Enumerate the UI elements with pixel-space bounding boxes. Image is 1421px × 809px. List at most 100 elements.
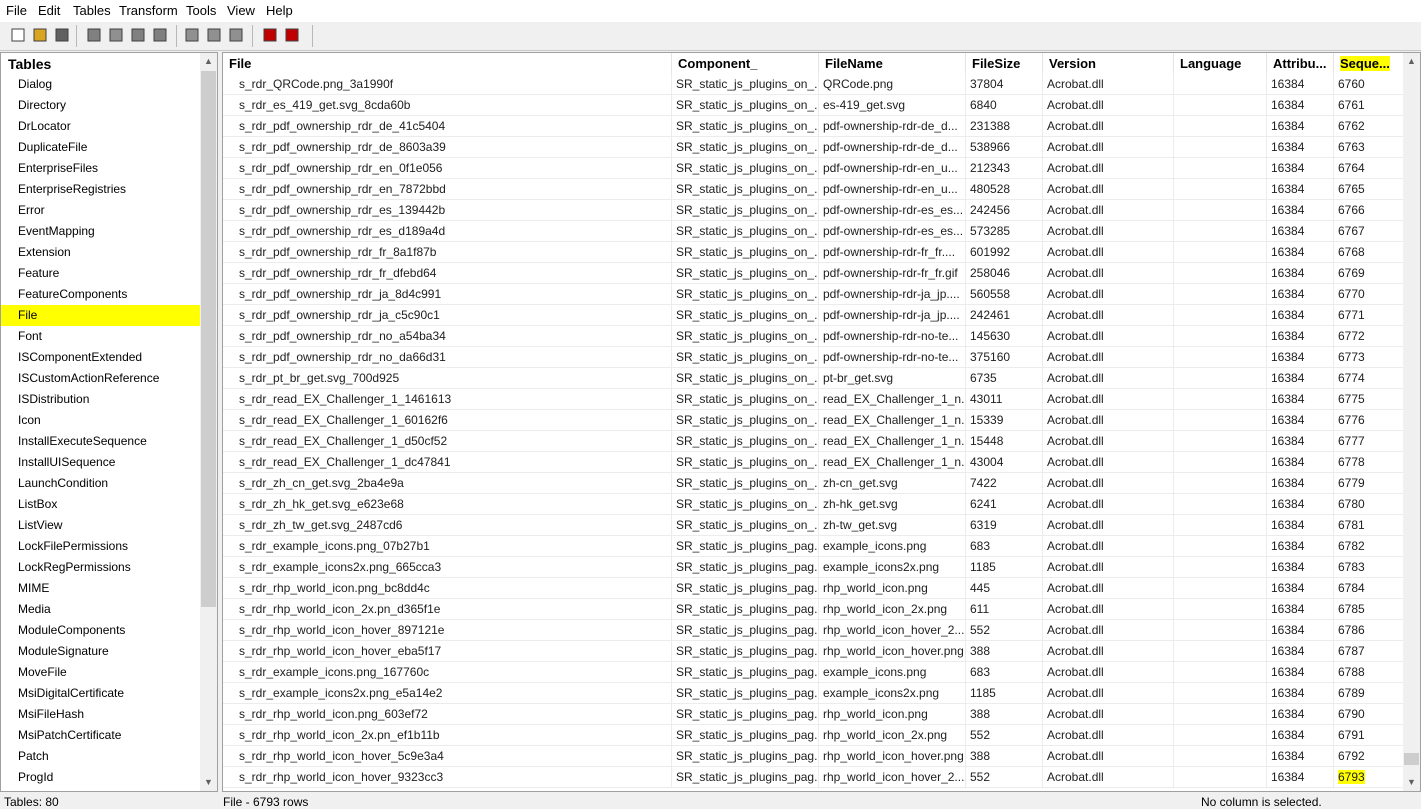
table-list-item[interactable]: ListView: [1, 515, 201, 536]
table-row[interactable]: s_rdr_rhp_world_icon_hover_5c9e3a4 SR_sta…: [223, 746, 1404, 767]
table-row[interactable]: s_rdr_pdf_ownership_rdr_ja_8d4c991 SR_sta…: [223, 284, 1404, 305]
table-cell[interactable]: pdf-ownership-rdr-es_es...: [819, 200, 966, 221]
table-cell[interactable]: Acrobat.dll: [1043, 452, 1174, 473]
table-cell[interactable]: [1174, 599, 1267, 620]
table-cell[interactable]: s_rdr_rhp_world_icon.png_603ef72: [223, 704, 672, 725]
scroll-up-arrow-icon[interactable]: ▲: [200, 53, 217, 70]
table-cell[interactable]: [1174, 725, 1267, 746]
table-cell[interactable]: pdf-ownership-rdr-en_u...: [819, 158, 966, 179]
table-cell[interactable]: [1174, 200, 1267, 221]
table-cell[interactable]: SR_static_js_plugins_on_...: [672, 431, 819, 452]
table-list-item[interactable]: EventMapping: [1, 221, 201, 242]
table-cell[interactable]: rhp_world_icon.png: [819, 704, 966, 725]
table-cell[interactable]: SR_static_js_plugins_on_...: [672, 95, 819, 116]
table-cell[interactable]: Acrobat.dll: [1043, 95, 1174, 116]
table-cell[interactable]: 16384: [1267, 158, 1334, 179]
table-cell[interactable]: zh-cn_get.svg: [819, 473, 966, 494]
table-cell[interactable]: 6784: [1334, 578, 1404, 599]
table-cell[interactable]: s_rdr_example_icons2x.png_e5a14e2: [223, 683, 672, 704]
table-cell[interactable]: 601992: [966, 242, 1043, 263]
table-cell[interactable]: s_rdr_read_EX_Challenger_1_1461613: [223, 389, 672, 410]
table-row[interactable]: s_rdr_zh_tw_get.svg_2487cd6 SR_static_js_…: [223, 515, 1404, 536]
table-row[interactable]: s_rdr_pdf_ownership_rdr_en_7872bbd SR_sta…: [223, 179, 1404, 200]
table-cell[interactable]: s_rdr_zh_cn_get.svg_2ba4e9a: [223, 473, 672, 494]
table-cell[interactable]: [1174, 95, 1267, 116]
table-cell[interactable]: [1174, 347, 1267, 368]
table-list-item[interactable]: DuplicateFile: [1, 137, 201, 158]
table-cell[interactable]: 6775: [1334, 389, 1404, 410]
table-row[interactable]: s_rdr_example_icons2x.png_e5a14e2 SR_stat…: [223, 683, 1404, 704]
table-row[interactable]: s_rdr_pdf_ownership_rdr_de_41c5404 SR_sta…: [223, 116, 1404, 137]
table-cell[interactable]: pdf-ownership-rdr-fr_fr.gif: [819, 263, 966, 284]
table-cell[interactable]: 6793: [1334, 767, 1404, 788]
table-cell[interactable]: [1174, 158, 1267, 179]
table-list-item[interactable]: EnterpriseFiles: [1, 158, 201, 179]
table-cell[interactable]: Acrobat.dll: [1043, 536, 1174, 557]
table-cell[interactable]: SR_static_js_plugins_pag...: [672, 662, 819, 683]
table-cell[interactable]: 683: [966, 662, 1043, 683]
table-cell[interactable]: Acrobat.dll: [1043, 284, 1174, 305]
table-cell[interactable]: pdf-ownership-rdr-ja_jp....: [819, 305, 966, 326]
table-cell[interactable]: [1174, 494, 1267, 515]
column-header[interactable]: Component_: [672, 53, 819, 74]
table-cell[interactable]: s_rdr_example_icons.png_07b27b1: [223, 536, 672, 557]
table-cell[interactable]: Acrobat.dll: [1043, 662, 1174, 683]
table-list-item[interactable]: ModuleSignature: [1, 641, 201, 662]
table-cell[interactable]: s_rdr_pdf_ownership_rdr_fr_8a1f87b: [223, 242, 672, 263]
table-cell[interactable]: s_rdr_rhp_world_icon.png_bc8dd4c: [223, 578, 672, 599]
table-cell[interactable]: 6762: [1334, 116, 1404, 137]
table-cell[interactable]: QRCode.png: [819, 74, 966, 95]
table-cell[interactable]: 6761: [1334, 95, 1404, 116]
table-cell[interactable]: Acrobat.dll: [1043, 410, 1174, 431]
table-cell[interactable]: SR_static_js_plugins_on_...: [672, 200, 819, 221]
table-list-item[interactable]: Extension: [1, 242, 201, 263]
table-list-item[interactable]: DrLocator: [1, 116, 201, 137]
table-cell[interactable]: [1174, 326, 1267, 347]
table-cell[interactable]: s_rdr_rhp_world_icon_hover_897121e: [223, 620, 672, 641]
column-header[interactable]: Seque...: [1334, 53, 1404, 74]
table-cell[interactable]: 6789: [1334, 683, 1404, 704]
paste-icon[interactable]: [130, 27, 146, 43]
table-cell[interactable]: 6769: [1334, 263, 1404, 284]
table-cell[interactable]: zh-hk_get.svg: [819, 494, 966, 515]
table-cell[interactable]: SR_static_js_plugins_on_...: [672, 494, 819, 515]
table-cell[interactable]: 6771: [1334, 305, 1404, 326]
table-list-item[interactable]: ISComponentExtended: [1, 347, 201, 368]
scroll-thumb[interactable]: [1404, 753, 1419, 765]
menu-edit[interactable]: Edit: [38, 3, 60, 18]
table-cell[interactable]: 16384: [1267, 683, 1334, 704]
table-cell[interactable]: s_rdr_pdf_ownership_rdr_es_139442b: [223, 200, 672, 221]
table-cell[interactable]: Acrobat.dll: [1043, 200, 1174, 221]
table-cell[interactable]: rhp_world_icon_hover.png: [819, 641, 966, 662]
table-cell[interactable]: [1174, 242, 1267, 263]
table-cell[interactable]: Acrobat.dll: [1043, 599, 1174, 620]
table-cell[interactable]: 242461: [966, 305, 1043, 326]
table-cell[interactable]: 16384: [1267, 200, 1334, 221]
table-cell[interactable]: SR_static_js_plugins_on_...: [672, 242, 819, 263]
table-cell[interactable]: 552: [966, 620, 1043, 641]
table-list-item[interactable]: Icon: [1, 410, 201, 431]
table-cell[interactable]: SR_static_js_plugins_on_...: [672, 158, 819, 179]
table-list-item[interactable]: ListBox: [1, 494, 201, 515]
table-cell[interactable]: SR_static_js_plugins_pag...: [672, 641, 819, 662]
table-cell[interactable]: example_icons.png: [819, 662, 966, 683]
table-cell[interactable]: 16384: [1267, 599, 1334, 620]
table-cell[interactable]: s_rdr_pdf_ownership_rdr_no_da66d31: [223, 347, 672, 368]
table-list-item[interactable]: LockRegPermissions: [1, 557, 201, 578]
table-cell[interactable]: s_rdr_es_419_get.svg_8cda60b: [223, 95, 672, 116]
table-cell[interactable]: 683: [966, 536, 1043, 557]
table-cell[interactable]: Acrobat.dll: [1043, 137, 1174, 158]
table-cell[interactable]: SR_static_js_plugins_on_...: [672, 326, 819, 347]
table-cell[interactable]: 6782: [1334, 536, 1404, 557]
table-list-item[interactable]: EnterpriseRegistries: [1, 179, 201, 200]
table-cell[interactable]: s_rdr_pdf_ownership_rdr_en_7872bbd: [223, 179, 672, 200]
table-cell[interactable]: SR_static_js_plugins_pag...: [672, 536, 819, 557]
table-cell[interactable]: 6773: [1334, 347, 1404, 368]
table-cell[interactable]: [1174, 410, 1267, 431]
table-cell[interactable]: pdf-ownership-rdr-fr_fr....: [819, 242, 966, 263]
table-row[interactable]: s_rdr_rhp_world_icon_2x.pn_d365f1e SR_sta…: [223, 599, 1404, 620]
table-row[interactable]: s_rdr_rhp_world_icon_hover_eba5f17 SR_sta…: [223, 641, 1404, 662]
table-row[interactable]: s_rdr_example_icons.png_07b27b1 SR_static…: [223, 536, 1404, 557]
table-cell[interactable]: 212343: [966, 158, 1043, 179]
menu-tables[interactable]: Tables: [73, 3, 111, 18]
